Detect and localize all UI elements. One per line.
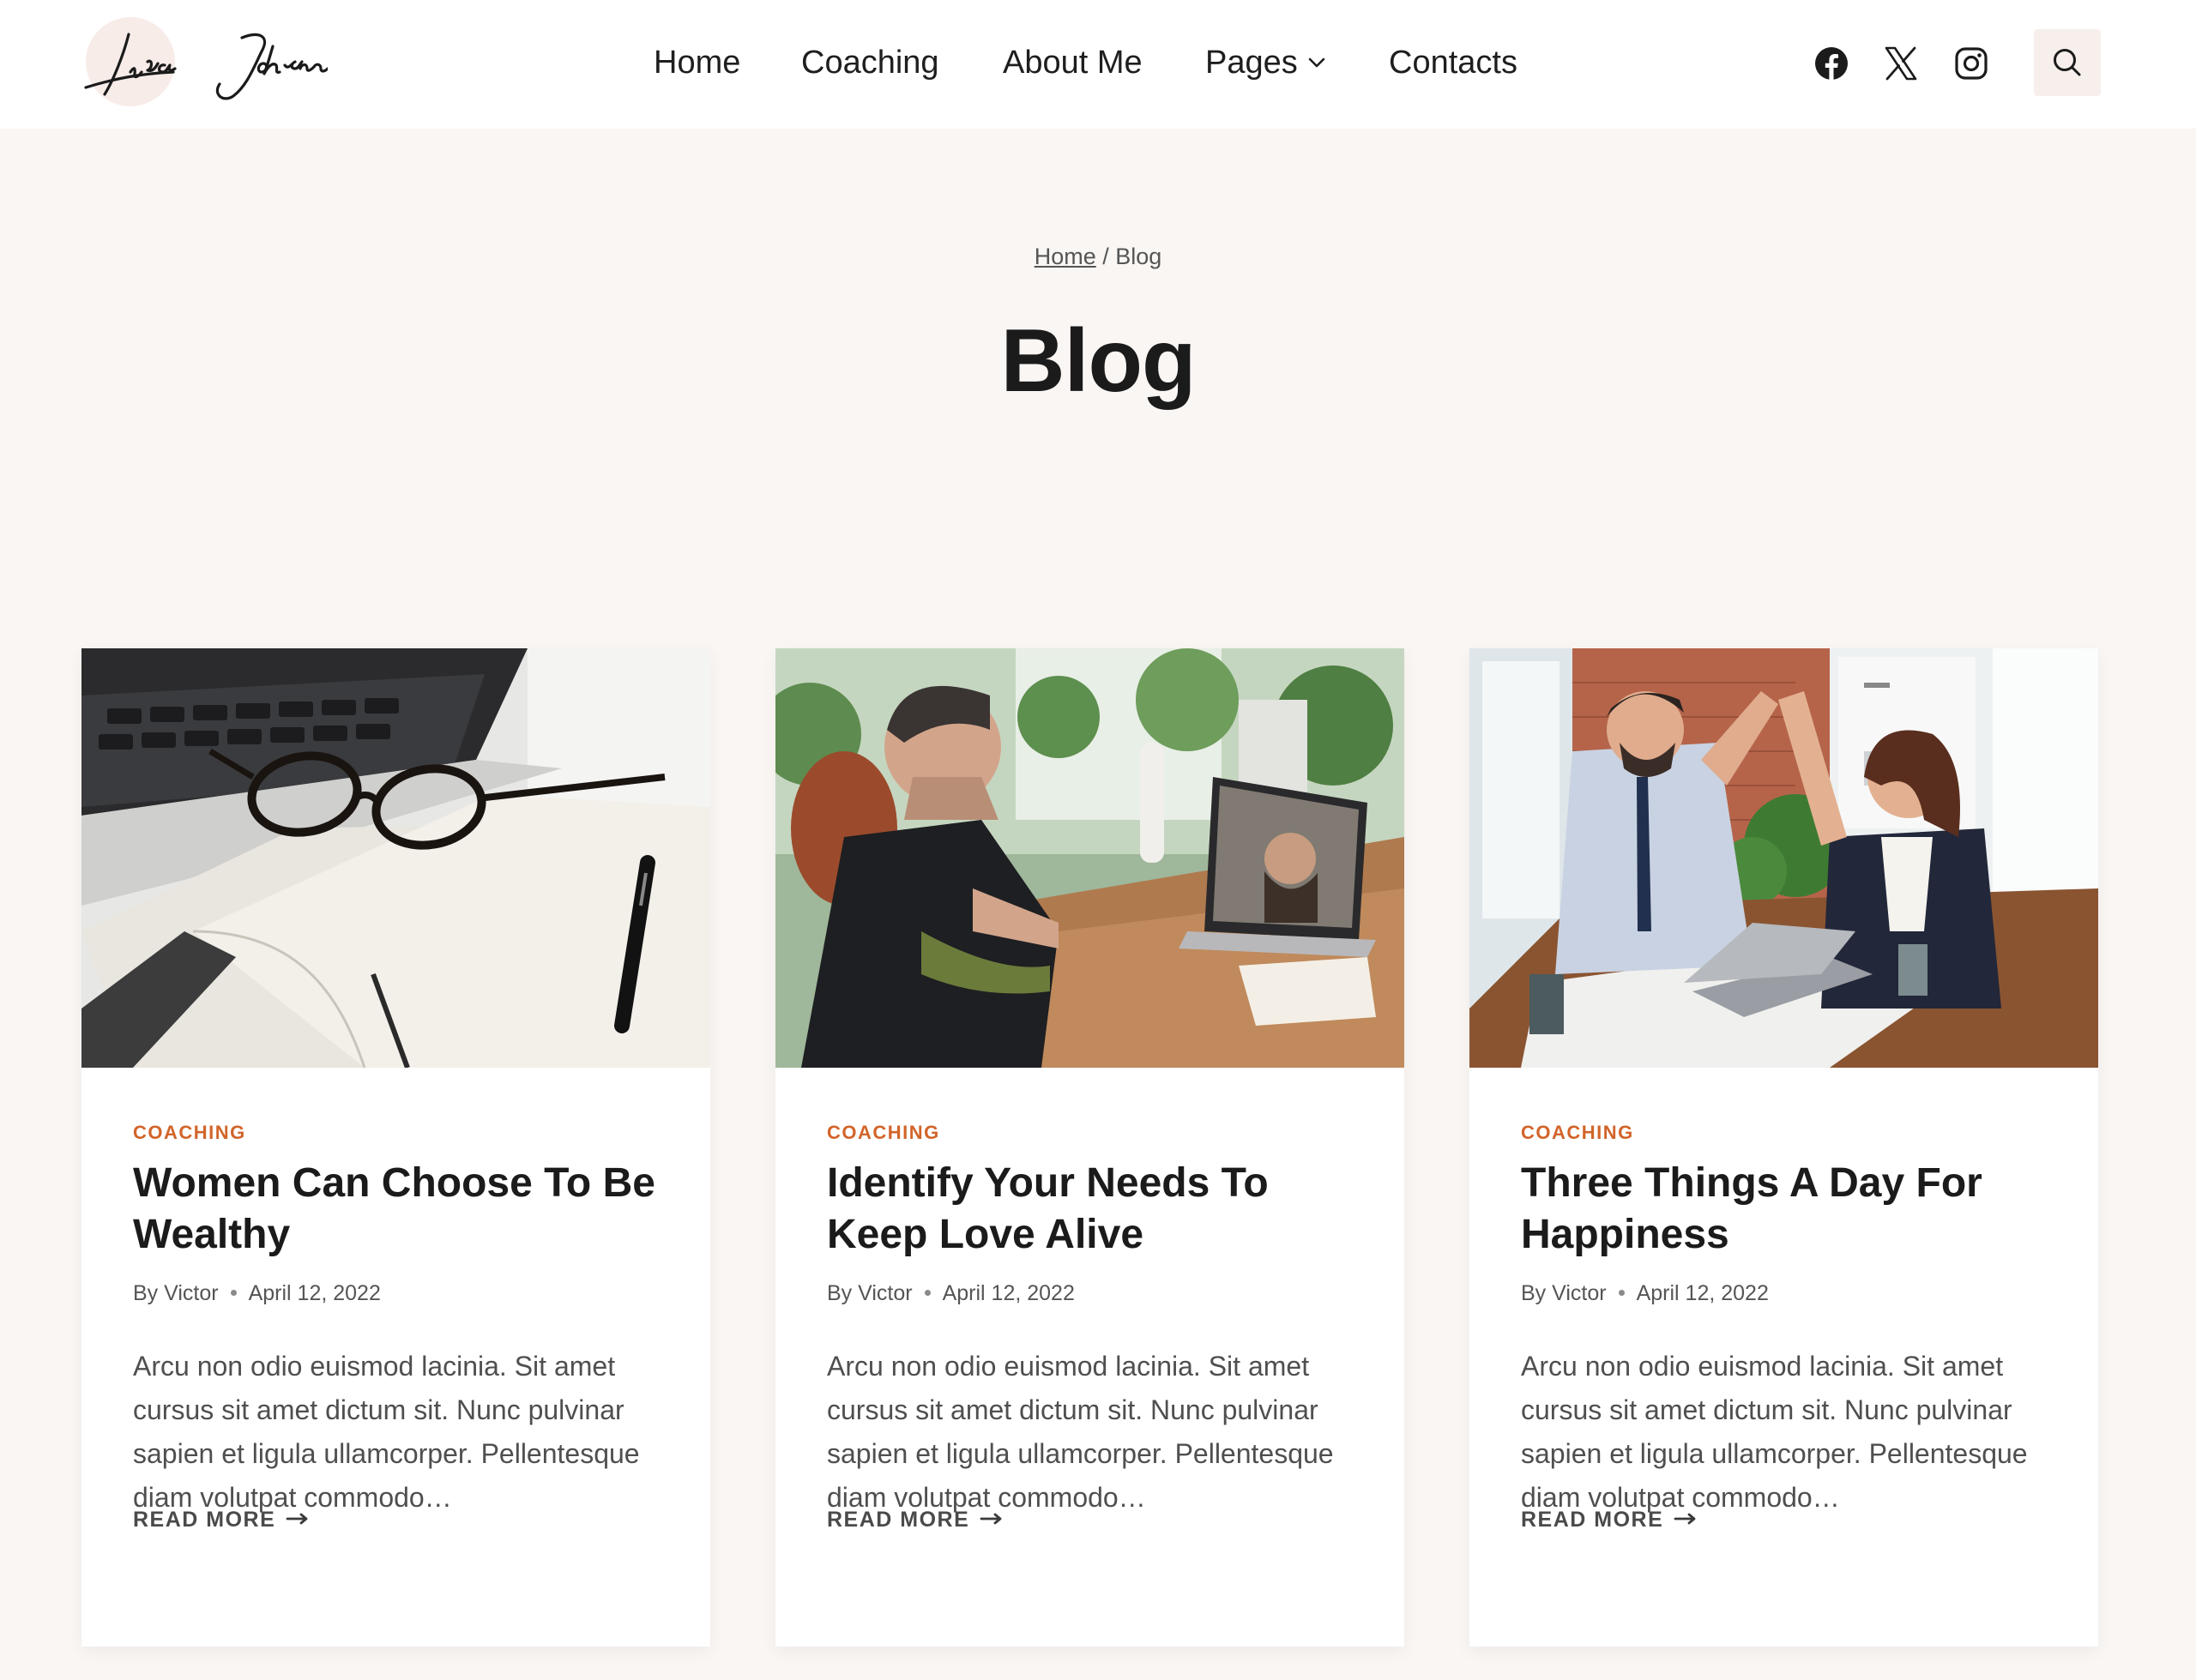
post-author[interactable]: By Victor <box>133 1281 219 1305</box>
meta-separator-dot <box>924 1289 931 1296</box>
post-card: COACHING Women Can Choose To Be Wealthy … <box>81 648 710 1647</box>
search-icon <box>2054 49 2081 76</box>
read-more-link[interactable]: READ MORE <box>1521 1508 1698 1532</box>
post-title[interactable]: Three Things A Day For Happiness <box>1521 1158 2070 1261</box>
post-excerpt: Arcu non odio euismod lacinia. Sit amet … <box>1521 1351 2028 1513</box>
read-more-link[interactable]: READ MORE <box>133 1508 310 1532</box>
site-header: Home Coaching About Me Pages Contacts <box>0 0 2196 129</box>
post-category[interactable]: COACHING <box>133 1122 246 1144</box>
breadcrumb-separator: / <box>1095 244 1116 269</box>
post-excerpt: Arcu non odio euismod lacinia. Sit amet … <box>133 1351 640 1513</box>
breadcrumb-current: Blog <box>1115 244 1162 269</box>
post-title[interactable]: Women Can Choose To Be Wealthy <box>133 1158 682 1261</box>
read-more-link[interactable]: READ MORE <box>827 1508 1004 1532</box>
instagram-icon[interactable] <box>1952 45 1990 82</box>
arrow-right-icon <box>980 1513 1002 1525</box>
post-category[interactable]: COACHING <box>827 1122 940 1144</box>
breadcrumb: Home / Blog <box>0 244 2196 270</box>
post-meta: By Victor April 12, 2022 <box>827 1281 1075 1306</box>
post-date: April 12, 2022 <box>248 1281 381 1305</box>
post-date: April 12, 2022 <box>942 1281 1075 1305</box>
read-more-label: READ MORE <box>1521 1508 1664 1532</box>
read-more-label: READ MORE <box>827 1508 970 1532</box>
post-meta: By Victor April 12, 2022 <box>133 1281 381 1306</box>
nav-pages[interactable]: Pages <box>1205 41 1298 84</box>
arrow-right-icon <box>1674 1513 1696 1525</box>
meta-separator-dot <box>1618 1289 1625 1296</box>
post-meta: By Victor April 12, 2022 <box>1521 1281 1769 1306</box>
x-icon[interactable] <box>1882 45 1920 82</box>
post-title[interactable]: Identify Your Needs To Keep Love Alive <box>827 1158 1376 1261</box>
post-category[interactable]: COACHING <box>1521 1122 1634 1144</box>
breadcrumb-home-link[interactable]: Home <box>1035 244 1096 269</box>
post-author[interactable]: By Victor <box>1521 1281 1607 1305</box>
post-excerpt: Arcu non odio euismod lacinia. Sit amet … <box>827 1351 1334 1513</box>
post-image-video-call[interactable] <box>775 648 1404 1068</box>
chevron-down-icon[interactable] <box>1306 53 1328 72</box>
main-nav: Home Coaching About Me Pages Contacts <box>0 0 2196 129</box>
facebook-icon[interactable] <box>1813 45 1850 82</box>
post-card: COACHING Three Things A Day For Happines… <box>1469 648 2098 1647</box>
search-button[interactable] <box>2034 29 2101 96</box>
nav-home[interactable]: Home <box>654 41 740 84</box>
post-card: COACHING Identify Your Needs To Keep Lov… <box>775 648 1404 1647</box>
meta-separator-dot <box>230 1289 237 1296</box>
post-author[interactable]: By Victor <box>827 1281 913 1305</box>
nav-coaching[interactable]: Coaching <box>801 41 939 84</box>
nav-about-me[interactable]: About Me <box>1003 41 1143 84</box>
post-date: April 12, 2022 <box>1636 1281 1769 1305</box>
post-image-high-five[interactable] <box>1469 648 2098 1068</box>
nav-contacts[interactable]: Contacts <box>1389 41 1517 84</box>
post-image-glasses-notebook[interactable] <box>81 648 710 1068</box>
arrow-right-icon <box>286 1513 308 1525</box>
page-title: Blog <box>1000 311 1196 411</box>
read-more-label: READ MORE <box>133 1508 276 1532</box>
